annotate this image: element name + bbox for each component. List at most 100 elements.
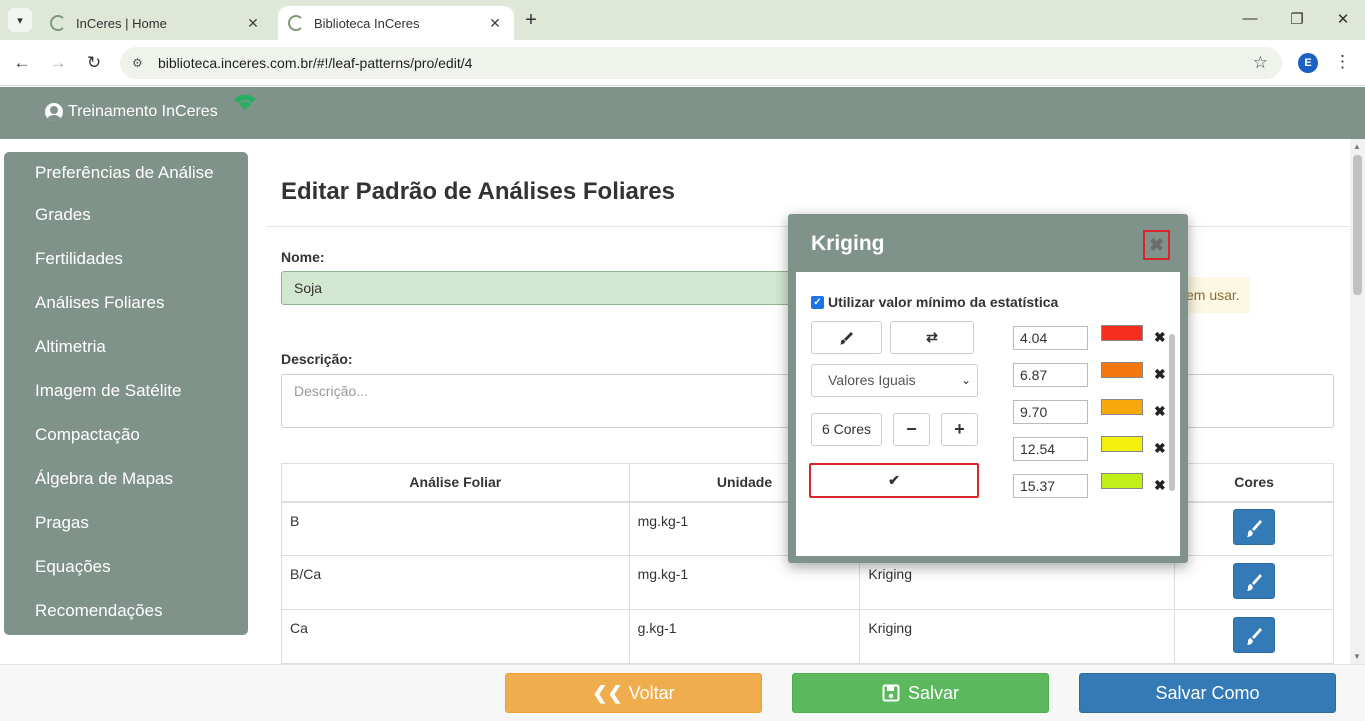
table-row: B/Ca mg.kg-1 Kriging bbox=[281, 555, 1334, 610]
page-scrollbar[interactable]: ▲ ▼ bbox=[1350, 139, 1365, 664]
use-min-checkbox-row[interactable]: ✓ Utilizar valor mínimo da estatística bbox=[811, 294, 1058, 310]
sidebar-item-equacoes[interactable]: Equações bbox=[4, 546, 248, 590]
apply-button[interactable]: ✔ bbox=[809, 463, 979, 498]
window-close-icon[interactable]: ✕ bbox=[1333, 10, 1353, 28]
use-min-checkbox[interactable]: ✓ bbox=[811, 295, 824, 309]
color-swatch[interactable] bbox=[1101, 325, 1143, 341]
remove-break-icon[interactable]: ✖ bbox=[1154, 403, 1166, 420]
cell-analysis: B bbox=[281, 501, 630, 556]
sidebar-item-recomendacoes[interactable]: Recomendações bbox=[4, 590, 248, 634]
minimize-icon[interactable]: — bbox=[1240, 10, 1260, 27]
color-swatch[interactable] bbox=[1101, 399, 1143, 415]
close-icon[interactable]: ✕ bbox=[486, 15, 504, 32]
sidebar-item-imagem-satelite[interactable]: Imagem de Satélite bbox=[4, 370, 248, 414]
cell-unit: g.kg-1 bbox=[628, 609, 861, 664]
edit-colors-button[interactable] bbox=[1233, 616, 1276, 653]
sidebar-item-label: Fertilidades bbox=[35, 249, 123, 268]
back-button-label: Voltar bbox=[628, 682, 675, 703]
reload-icon[interactable]: ↻ bbox=[83, 52, 105, 74]
more-vert-icon[interactable]: ⋮ bbox=[1334, 52, 1351, 72]
paint-brush-icon bbox=[839, 332, 853, 345]
save-button[interactable]: Salvar bbox=[792, 673, 1049, 713]
sidebar-item-label: Imagem de Satélite bbox=[35, 381, 182, 400]
sidebar-item-pragas[interactable]: Pragas bbox=[4, 502, 248, 546]
address-bar[interactable]: ⚙ biblioteca.inceres.com.br/#!/leaf-patt… bbox=[120, 47, 1282, 79]
inceres-favicon-icon bbox=[288, 15, 304, 31]
color-count-display: 6 Cores bbox=[811, 413, 882, 446]
chevron-down-icon: ⌄ bbox=[960, 373, 971, 387]
column-header-cores: Cores bbox=[1174, 463, 1334, 503]
cell-analysis: Ca bbox=[281, 609, 630, 664]
cell-unit: mg.kg-1 bbox=[628, 555, 861, 610]
break-value-input[interactable]: 12.54 bbox=[1013, 437, 1088, 461]
sidebar: Preferências de Análise Grades Fertilida… bbox=[4, 152, 248, 635]
bookmark-star-icon[interactable]: ☆ bbox=[1253, 53, 1268, 73]
profile-avatar[interactable]: E bbox=[1298, 53, 1318, 73]
scroll-down-icon[interactable]: ▼ bbox=[1353, 652, 1361, 661]
forward-arrow-icon[interactable]: → bbox=[47, 52, 69, 74]
page-title: Editar Padrão de Análises Foliares bbox=[281, 178, 675, 205]
new-tab-plus-icon[interactable]: + bbox=[520, 9, 542, 31]
column-header-analise: Análise Foliar bbox=[281, 463, 630, 503]
decrease-colors-button[interactable]: − bbox=[893, 413, 930, 446]
sidebar-item-altimetria[interactable]: Altimetria bbox=[4, 326, 248, 370]
browser-tab-home[interactable]: InCeres | Home ✕ bbox=[40, 6, 272, 40]
paint-brush-icon bbox=[1247, 627, 1263, 645]
cell-method: Kriging bbox=[859, 555, 1176, 610]
sidebar-item-compactacao[interactable]: Compactação bbox=[4, 414, 248, 458]
sidebar-item-analises-foliares[interactable]: Análises Foliares bbox=[4, 282, 248, 326]
table-row: Ca g.kg-1 Kriging bbox=[281, 609, 1334, 664]
back-button[interactable]: ❮❮ Voltar bbox=[505, 673, 762, 713]
remove-break-icon[interactable]: ✖ bbox=[1154, 477, 1166, 494]
name-input[interactable]: Soja bbox=[281, 271, 801, 305]
user-name: Treinamento InCeres bbox=[68, 103, 218, 120]
sidebar-item-grades[interactable]: Grades bbox=[4, 194, 248, 238]
break-value-input[interactable]: 4.04 bbox=[1013, 326, 1088, 350]
interval-select[interactable]: Valores Iguais ⌄ bbox=[811, 364, 978, 397]
browser-tab-biblioteca[interactable]: Biblioteca InCeres ✕ bbox=[278, 6, 514, 40]
double-chevron-left-icon: ❮❮ bbox=[592, 682, 623, 703]
back-arrow-icon[interactable]: ← bbox=[11, 52, 33, 74]
color-swatch[interactable] bbox=[1101, 362, 1143, 378]
remove-break-icon[interactable]: ✖ bbox=[1154, 329, 1166, 346]
save-as-button[interactable]: Salvar Como bbox=[1079, 673, 1336, 713]
cell-colors bbox=[1174, 555, 1334, 610]
site-settings-icon[interactable]: ⚙ bbox=[132, 56, 148, 70]
cell-method: Kriging bbox=[859, 609, 1176, 664]
sidebar-item-label: Análises Foliares bbox=[35, 293, 165, 312]
footer-actions: ❮❮ Voltar Salvar Salvar Como bbox=[0, 664, 1365, 721]
color-swatch[interactable] bbox=[1101, 436, 1143, 452]
close-icon[interactable]: ✕ bbox=[244, 15, 262, 32]
scroll-thumb[interactable] bbox=[1353, 155, 1362, 295]
edit-colors-button[interactable] bbox=[1233, 562, 1276, 599]
break-value-input[interactable]: 6.87 bbox=[1013, 363, 1088, 387]
break-value-input[interactable]: 15.37 bbox=[1013, 474, 1088, 498]
sidebar-item-preferencias[interactable]: Preferências de Análise bbox=[4, 152, 248, 194]
sidebar-item-fertilidades[interactable]: Fertilidades bbox=[4, 238, 248, 282]
modal-body: ✓ Utilizar valor mínimo da estatística ⇄… bbox=[796, 272, 1180, 556]
scroll-up-icon[interactable]: ▲ bbox=[1353, 142, 1361, 151]
sidebar-item-label: Grades bbox=[35, 205, 91, 224]
user-menu[interactable]: Treinamento InCeres bbox=[45, 103, 218, 121]
paint-brush-button[interactable] bbox=[811, 321, 882, 354]
hint-alert: em usar. bbox=[1180, 277, 1250, 313]
color-swatch[interactable] bbox=[1101, 473, 1143, 489]
increase-colors-button[interactable]: + bbox=[941, 413, 978, 446]
edit-colors-button[interactable] bbox=[1233, 508, 1276, 545]
remove-break-icon[interactable]: ✖ bbox=[1154, 366, 1166, 383]
remove-break-icon[interactable]: ✖ bbox=[1154, 440, 1166, 457]
modal-scrollbar[interactable] bbox=[1169, 334, 1175, 491]
invert-colors-button[interactable]: ⇄ bbox=[890, 321, 974, 354]
modal-close-button[interactable]: ✖ bbox=[1143, 230, 1170, 260]
restore-icon[interactable]: ❐ bbox=[1287, 10, 1307, 28]
paint-brush-icon bbox=[1247, 573, 1263, 591]
sidebar-item-algebra-mapas[interactable]: Álgebra de Mapas bbox=[4, 458, 248, 502]
chevron-down-icon: ▾ bbox=[17, 14, 23, 27]
save-button-label: Salvar bbox=[907, 682, 960, 703]
modal-title: Kriging bbox=[811, 232, 885, 255]
tab-search-button[interactable]: ▾ bbox=[8, 8, 32, 32]
break-value-input[interactable]: 9.70 bbox=[1013, 400, 1088, 424]
browser-tab-bar: ▾ InCeres | Home ✕ Biblioteca InCeres ✕ … bbox=[0, 0, 1365, 40]
name-label: Nome: bbox=[281, 249, 325, 265]
sidebar-item-label: Altimetria bbox=[35, 337, 106, 356]
